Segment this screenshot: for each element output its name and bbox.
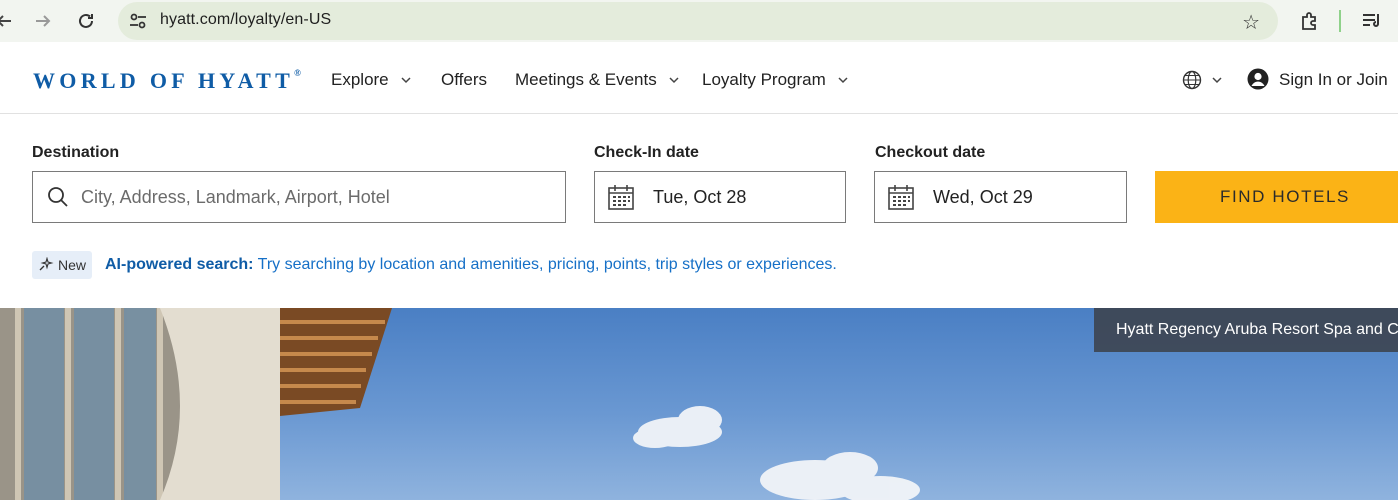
- site-settings-icon[interactable]: [128, 11, 148, 31]
- find-hotels-button[interactable]: FIND HOTELS: [1155, 171, 1398, 223]
- new-badge: New: [32, 251, 93, 279]
- search-icon: [48, 187, 68, 207]
- globe-language-icon[interactable]: [1182, 70, 1202, 90]
- checkin-label: Check-In date: [594, 144, 699, 161]
- checkout-date-value: Wed, Oct 29: [933, 186, 1033, 207]
- destination-input[interactable]: City, Address, Landmark, Airport, Hotel: [32, 171, 566, 223]
- reload-icon[interactable]: [74, 9, 98, 33]
- extensions-puzzle-icon[interactable]: [1298, 9, 1322, 33]
- account-user-icon[interactable]: [1247, 68, 1269, 90]
- calendar-icon: [888, 185, 914, 210]
- chevron-down-icon: [669, 77, 679, 84]
- nav-loyalty-label: Loyalty Program: [702, 70, 826, 89]
- nav-loyalty-program[interactable]: Loyalty Program: [702, 70, 848, 90]
- destination-label: Destination: [32, 144, 120, 161]
- hotel-search-panel: Destination City, Address, Landmark, Air…: [0, 115, 1398, 308]
- checkin-date-field[interactable]: Tue, Oct 28: [594, 171, 846, 223]
- chevron-down-icon: [838, 77, 848, 84]
- sparkle-icon: [39, 257, 54, 271]
- chevron-down-icon: [401, 77, 411, 84]
- registered-mark: ®: [294, 67, 301, 78]
- checkin-date-value: Tue, Oct 28: [653, 186, 747, 207]
- url-text[interactable]: hyatt.com/loyalty/en-US: [160, 11, 331, 29]
- sign-in-join-link[interactable]: Sign In or Join: [1279, 70, 1388, 90]
- world-of-hyatt-logo[interactable]: WORLD OF HYATT®: [33, 68, 301, 94]
- nav-offers[interactable]: Offers: [441, 70, 487, 90]
- back-arrow-icon[interactable]: [0, 9, 16, 33]
- site-header: WORLD OF HYATT® Explore Offers Meetings …: [0, 48, 1398, 114]
- ai-search-hint[interactable]: AI-powered search: Try searching by loca…: [105, 256, 837, 274]
- nav-explore-label: Explore: [331, 70, 389, 89]
- hero-location-chip[interactable]: Hyatt Regency Aruba Resort Spa and Casin…: [1094, 308, 1398, 352]
- ai-search-text: Try searching by location and amenities,…: [253, 256, 837, 273]
- hero-location-text: Hyatt Regency Aruba Resort Spa and Casin…: [1116, 321, 1398, 338]
- chevron-down-icon[interactable]: [1212, 75, 1222, 85]
- nav-offers-label: Offers: [441, 70, 487, 89]
- ai-search-title: AI-powered search:: [105, 256, 254, 273]
- destination-placeholder: City, Address, Landmark, Airport, Hotel: [81, 186, 390, 207]
- checkout-date-field[interactable]: Wed, Oct 29: [874, 171, 1127, 223]
- bookmark-star-icon[interactable]: ☆: [1242, 10, 1260, 35]
- checkout-label: Checkout date: [875, 144, 986, 161]
- address-bar[interactable]: hyatt.com/loyalty/en-US ☆: [118, 2, 1278, 40]
- forward-arrow-icon[interactable]: [31, 9, 55, 33]
- logo-text: WORLD OF HYATT: [33, 68, 295, 93]
- nav-meetings-events[interactable]: Meetings & Events: [515, 70, 679, 90]
- calendar-icon: [608, 185, 634, 210]
- hero-image: Hyatt Regency Aruba Resort Spa and Casin…: [0, 308, 1398, 500]
- toolbar-divider: [1339, 10, 1341, 32]
- media-controls-icon[interactable]: [1360, 9, 1384, 33]
- nav-explore[interactable]: Explore: [331, 70, 411, 90]
- browser-toolbar: hyatt.com/loyalty/en-US ☆: [0, 0, 1398, 42]
- nav-meetings-label: Meetings & Events: [515, 70, 657, 89]
- new-badge-label: New: [58, 257, 87, 273]
